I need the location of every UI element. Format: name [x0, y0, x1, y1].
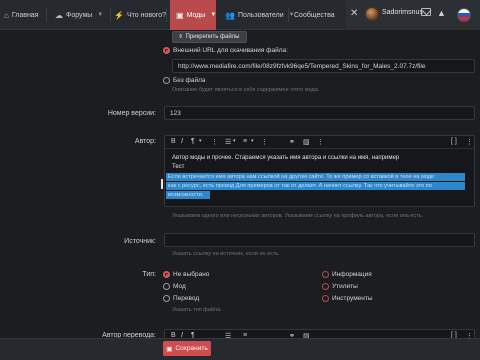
flag-icon[interactable]	[457, 8, 471, 22]
type-option-translation: Перевод	[173, 295, 200, 302]
type-option-tools: Инструменты	[332, 295, 373, 302]
radio-type-utilities[interactable]	[322, 283, 329, 290]
source-label: Источник:	[124, 238, 156, 245]
nav-label-whats-new: Что нового?	[126, 11, 167, 19]
bell-icon[interactable]: ▲	[437, 8, 446, 18]
bold-icon[interactable]: B	[171, 138, 176, 145]
source-input[interactable]	[164, 233, 475, 247]
align-icon[interactable]: ≡	[243, 138, 247, 145]
home-icon: ⌂	[4, 10, 9, 20]
nav-item-mods[interactable]: ▣ Моды ▼	[170, 0, 216, 30]
source-hint: Указать ссылку на источник, если он есть…	[172, 251, 280, 257]
radio-no-file[interactable]	[163, 77, 170, 84]
save-button-label: Сохранить	[175, 345, 208, 352]
editor-toolbar: B I ¶ ▾ ⋮ ☰ ▾ ≡ ▾ ⋮ ⚭ ▨ ⋮ [ ] ⋮	[165, 136, 474, 149]
no-file-label: Без файла	[173, 77, 206, 84]
nav-label-forums: Форумы	[66, 11, 93, 19]
radio-external-url[interactable]	[163, 47, 170, 54]
nav-label-communities: Сообщества	[294, 11, 335, 19]
author-editor[interactable]: B I ¶ ▾ ⋮ ☰ ▾ ≡ ▾ ⋮ ⚭ ▨ ⋮ [ ] ⋮	[164, 135, 475, 207]
chevron-down-icon: ▼	[210, 12, 216, 18]
radio-type-tools[interactable]	[322, 295, 329, 302]
type-option-none: Не выбрано	[173, 271, 210, 278]
nav-divider	[110, 8, 111, 22]
text-cursor	[161, 179, 163, 189]
radio-type-none[interactable]	[163, 271, 170, 278]
link-icon[interactable]: ⚭	[289, 138, 295, 146]
attach-files-label: Прикрепить файлы	[185, 34, 240, 40]
paragraph-icon[interactable]: ¶	[191, 138, 195, 145]
type-option-info: Информация	[332, 271, 372, 278]
author-selected-line-1: Если встречается имя автора нам ссылкой …	[168, 174, 435, 180]
form-submit-bar	[0, 338, 480, 360]
nav-divider	[46, 8, 47, 22]
author-text-line-1: Автор моды и прочее. Стараемся указать и…	[172, 155, 400, 161]
radio-type-translation[interactable]	[163, 295, 170, 302]
chevron-down-icon[interactable]: ▾	[251, 138, 254, 144]
top-navigation: ⌂ Главная ☁ Форумы ▼ ⚡ Что нового? ▼ ▣ М…	[0, 0, 480, 30]
version-value: 123	[170, 109, 181, 117]
no-file-hint: Описание будет являться в себя содержимо…	[172, 87, 320, 93]
attach-files-button[interactable]: ⌽ Прикрепить файлы	[172, 31, 247, 43]
mod-edit-form: ⌽ Прикрепить файлы Внешний URL для скачи…	[0, 30, 480, 343]
radio-type-mod[interactable]	[163, 283, 170, 290]
type-option-mod: Мод	[173, 283, 186, 290]
author-selected-line-3: возможности.	[168, 192, 204, 198]
avatar[interactable]	[365, 7, 379, 21]
italic-icon[interactable]: I	[181, 138, 183, 145]
users-icon: 👥	[225, 10, 235, 20]
list-icon[interactable]: ☰	[225, 138, 231, 146]
save-icon: ▣	[166, 345, 173, 353]
more-icon[interactable]: ⋮	[261, 138, 268, 146]
more-icon[interactable]: ⋮	[466, 138, 473, 146]
type-hint: Указать тип файла.	[172, 307, 222, 313]
save-button[interactable]: ▣ Сохранить	[163, 341, 211, 356]
nav-item-users[interactable]: 👥 Пользователи ▼	[225, 0, 295, 30]
nav-item-communities[interactable]: Сообщества	[294, 0, 344, 30]
image-icon[interactable]: ▨	[303, 138, 310, 146]
chevron-down-icon[interactable]: ▾	[233, 138, 236, 144]
type-label: Тип:	[142, 271, 156, 278]
nav-item-home[interactable]: ⌂ Главная	[4, 0, 39, 30]
chevron-down-icon[interactable]: ▾	[199, 138, 202, 144]
tools-icon[interactable]: ✕	[350, 8, 358, 19]
paperclip-icon: ⌽	[179, 33, 183, 40]
version-label: Номер версии:	[107, 110, 156, 117]
mail-icon[interactable]	[421, 8, 431, 16]
nav-label-mods: Моды	[186, 11, 206, 19]
author-text-line-2: Тест	[172, 164, 185, 170]
version-input[interactable]: 123	[164, 106, 475, 120]
author-label: Автор:	[134, 138, 156, 145]
nav-divider	[288, 8, 289, 22]
username[interactable]: Sadorimsnus	[382, 9, 423, 16]
author-selected-line-2: как с ресурс, есть превод Для примеров о…	[168, 183, 432, 189]
external-url-input[interactable]: http://www.mediafire.com/file/08z9fzfvk9…	[172, 59, 475, 73]
radio-type-info[interactable]	[322, 271, 329, 278]
nav-item-whats-new[interactable]: ⚡ Что нового? ▼	[114, 0, 177, 30]
bbcode-icon[interactable]: [ ]	[451, 138, 457, 145]
chevron-down-icon: ▼	[97, 12, 104, 18]
nav-item-forums[interactable]: ☁ Форумы ▼	[55, 0, 103, 30]
mods-icon: ▣	[176, 10, 184, 20]
more-icon[interactable]: ⋮	[317, 138, 324, 146]
forum-icon: ☁	[55, 10, 63, 20]
more-icon[interactable]: ⋮	[211, 138, 218, 146]
type-option-utilities: Утилиты	[332, 283, 358, 290]
nav-label-users: Пользователи	[237, 11, 284, 19]
nav-label-home: Главная	[11, 11, 39, 19]
author-hint: Указываем одного или нескольких авторов.…	[172, 213, 424, 219]
external-url-label: Внешний URL для скачивания файла:	[173, 47, 288, 54]
nav-divider	[166, 8, 167, 22]
external-url-value: http://www.mediafire.com/file/08z9fzfvk9…	[178, 62, 426, 70]
screen: ⌂ Главная ☁ Форумы ▼ ⚡ Что нового? ▼ ▣ М…	[0, 0, 480, 360]
whats-new-icon: ⚡	[114, 10, 124, 20]
